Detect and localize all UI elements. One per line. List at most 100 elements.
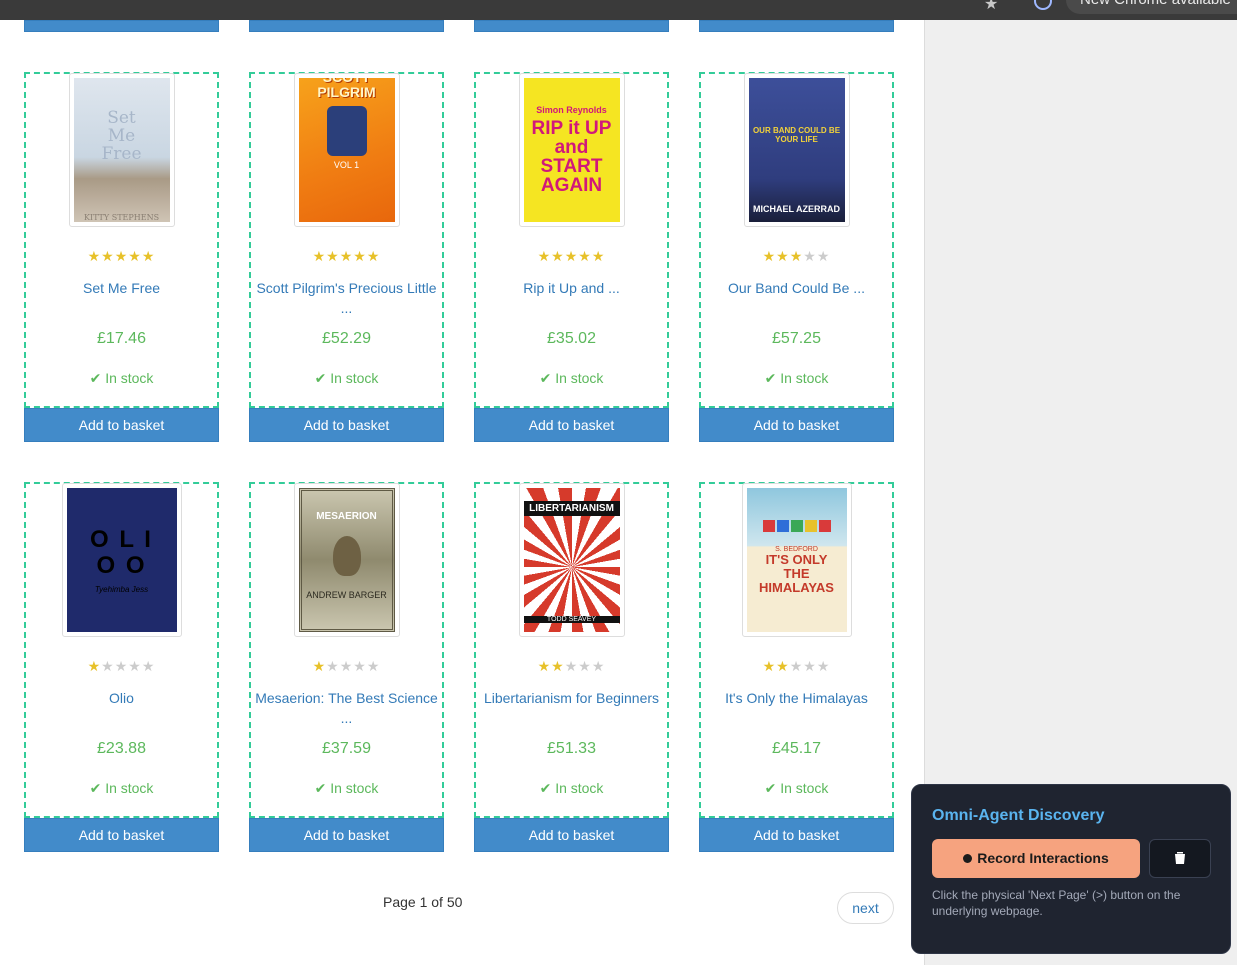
star-icon: ★ (591, 248, 606, 264)
bookmark-star-icon[interactable]: ★ (984, 0, 998, 14)
star-icon: ★ (578, 658, 592, 674)
star-rating: ★★★★★ (474, 658, 669, 675)
record-dot-icon (963, 854, 973, 863)
star-rating: ★★★★★ (474, 248, 669, 265)
product-title-link[interactable]: It's Only the Himalayas (699, 688, 894, 708)
product-title-link[interactable]: Mesaerion: The Best Science ... (249, 688, 444, 728)
check-icon: ✔ (764, 780, 777, 796)
product-title-link[interactable]: Our Band Could Be ... (699, 278, 894, 298)
star-icon: ★ (353, 248, 367, 264)
star-icon: ★ (326, 658, 340, 674)
add-to-basket-button-partial[interactable] (699, 20, 894, 32)
stock-status: ✔ In stock (314, 370, 379, 386)
star-icon: ★ (762, 658, 777, 674)
trash-button[interactable] (1149, 839, 1211, 878)
stock-status: ✔ In stock (764, 780, 829, 796)
star-icon: ★ (141, 658, 156, 674)
add-to-basket-button[interactable]: Add to basket (24, 408, 219, 442)
book-cover[interactable]: O L I O O Tyehimba Jess (61, 483, 182, 637)
product-price: £45.17 (772, 740, 821, 757)
check-icon: ✔ (89, 370, 102, 386)
agent-panel-title: Omni-Agent Discovery (932, 807, 1105, 824)
omni-agent-panel: Omni-Agent Discovery Record Interactions… (911, 784, 1231, 954)
star-icon: ★ (816, 248, 831, 264)
star-icon: ★ (128, 658, 142, 674)
star-icon: ★ (776, 248, 790, 264)
next-page-button[interactable]: next (837, 892, 894, 924)
star-icon: ★ (326, 248, 340, 264)
book-cover[interactable]: LIBERTARIANISM TODD SEAVEY (518, 483, 625, 637)
book-cover[interactable]: Set Me Free KITTY STEPHENS (68, 73, 175, 227)
star-icon: ★ (366, 248, 381, 264)
product-price: £37.59 (322, 740, 371, 757)
star-icon: ★ (776, 658, 790, 674)
star-icon: ★ (564, 658, 579, 674)
book-cover[interactable]: Simon Reynolds RIP it UP and START AGAIN (518, 73, 625, 227)
star-icon: ★ (366, 658, 381, 674)
star-icon: ★ (816, 658, 831, 674)
star-rating: ★★★★★ (24, 248, 219, 265)
star-rating: ★★★★★ (249, 658, 444, 675)
product-price: £52.29 (322, 330, 371, 347)
star-icon: ★ (789, 658, 804, 674)
record-interactions-button[interactable]: Record Interactions (932, 839, 1140, 878)
star-icon: ★ (339, 658, 354, 674)
add-to-basket-button-partial[interactable] (249, 20, 444, 32)
add-to-basket-button[interactable]: Add to basket (699, 408, 894, 442)
product-card: Simon Reynolds RIP it UP and START AGAIN… (474, 72, 669, 442)
product-title-link[interactable]: Olio (24, 688, 219, 708)
star-icon: ★ (591, 658, 606, 674)
book-cover[interactable]: S. BEDFORD IT'S ONLY THE HIMALAYAS (741, 483, 852, 637)
browser-toolbar: ★ New Chrome available (0, 0, 1237, 20)
check-icon: ✔ (539, 780, 552, 796)
product-price: £23.88 (97, 740, 146, 757)
star-rating: ★★★★★ (699, 658, 894, 675)
add-to-basket-button[interactable]: Add to basket (249, 818, 444, 852)
star-icon: ★ (312, 658, 327, 674)
stock-status: ✔ In stock (539, 780, 604, 796)
star-icon: ★ (537, 658, 552, 674)
product-title-link[interactable]: Set Me Free (24, 278, 219, 298)
add-to-basket-button[interactable]: Add to basket (24, 818, 219, 852)
book-cover[interactable]: SCOTT PILGRIM VOL 1 (293, 73, 400, 227)
add-to-basket-button[interactable]: Add to basket (474, 818, 669, 852)
stock-status: ✔ In stock (764, 370, 829, 386)
star-icon: ★ (87, 248, 102, 264)
check-icon: ✔ (314, 780, 327, 796)
add-to-basket-button[interactable]: Add to basket (249, 408, 444, 442)
star-icon: ★ (353, 658, 367, 674)
star-icon: ★ (114, 658, 129, 674)
add-to-basket-button-partial[interactable] (474, 20, 669, 32)
trash-icon (1175, 852, 1185, 864)
product-card: SCOTT PILGRIM VOL 1 ★★★★★ Scott Pilgrim'… (249, 72, 444, 442)
add-to-basket-button[interactable]: Add to basket (474, 408, 669, 442)
book-cover[interactable]: OUR BAND COULD BE YOUR LIFE MICHAEL AZER… (743, 73, 850, 227)
book-cover[interactable]: MESAERION ANDREW BARGER (293, 483, 400, 637)
product-card: OUR BAND COULD BE YOUR LIFE MICHAEL AZER… (699, 72, 894, 442)
star-icon: ★ (101, 658, 115, 674)
check-icon: ✔ (89, 780, 102, 796)
star-icon: ★ (101, 248, 115, 264)
star-icon: ★ (128, 248, 142, 264)
star-icon: ★ (789, 248, 804, 264)
star-icon: ★ (803, 248, 817, 264)
product-price: £51.33 (547, 740, 596, 757)
agent-hint-text: Click the physical 'Next Page' (>) butto… (932, 888, 1181, 918)
stock-status: ✔ In stock (539, 370, 604, 386)
star-icon: ★ (537, 248, 552, 264)
star-icon: ★ (564, 248, 579, 264)
star-icon: ★ (312, 248, 327, 264)
star-icon: ★ (803, 658, 817, 674)
add-to-basket-button[interactable]: Add to basket (699, 818, 894, 852)
star-icon: ★ (551, 658, 565, 674)
product-card: MESAERION ANDREW BARGER ★★★★★ Mesaerion:… (249, 482, 444, 852)
product-card: Set Me Free KITTY STEPHENS ★★★★★ Set Me … (24, 72, 219, 442)
profile-icon[interactable] (1034, 0, 1052, 10)
star-rating: ★★★★★ (24, 658, 219, 675)
add-to-basket-button-partial[interactable] (24, 20, 219, 32)
chrome-update-pill[interactable]: New Chrome available (1066, 0, 1237, 14)
product-title-link[interactable]: Scott Pilgrim's Precious Little ... (249, 278, 444, 318)
product-title-link[interactable]: Libertarianism for Beginners (474, 688, 669, 708)
product-title-link[interactable]: Rip it Up and ... (474, 278, 669, 298)
star-icon: ★ (87, 658, 102, 674)
